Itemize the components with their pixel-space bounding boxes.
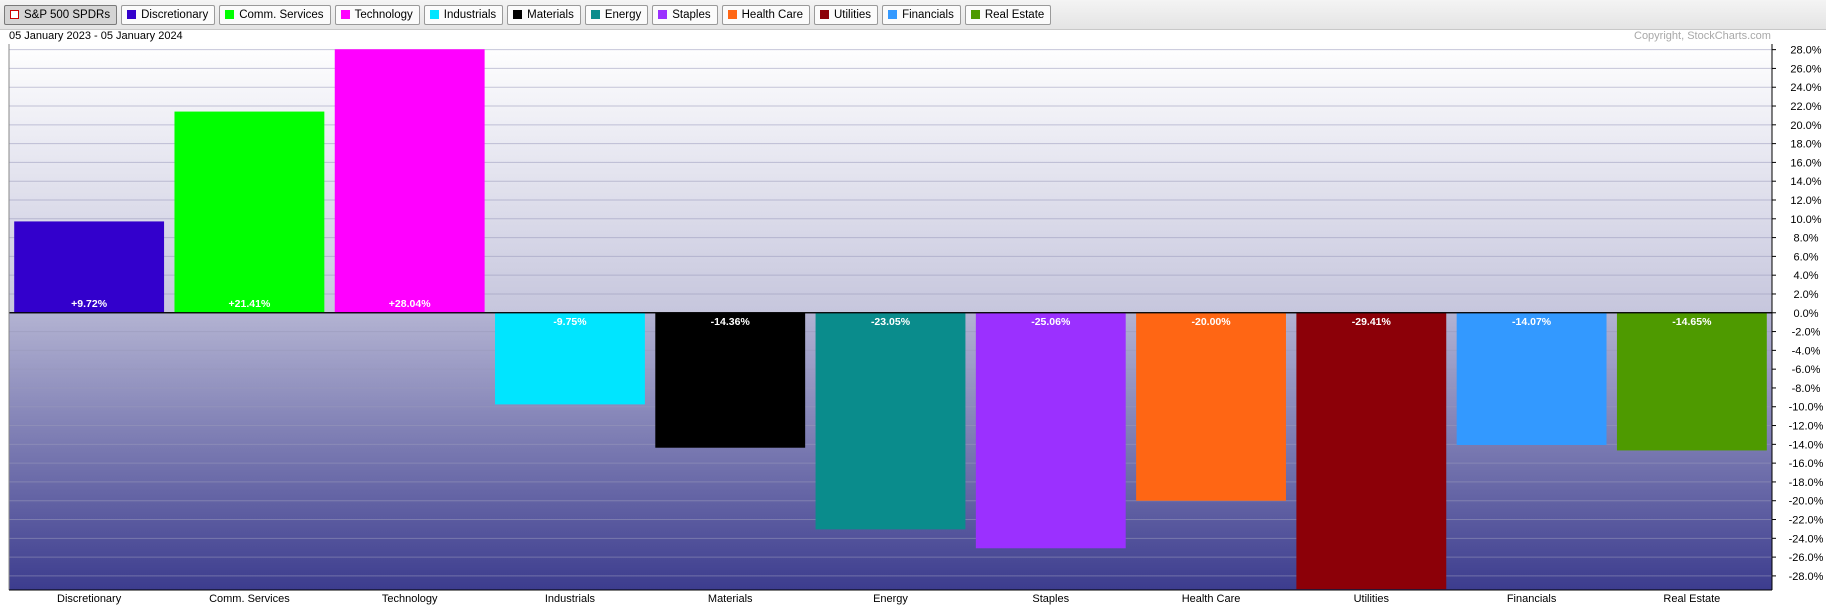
bar-energy <box>815 312 966 530</box>
bar-staples <box>975 312 1126 549</box>
bar-real-estate <box>1616 312 1767 451</box>
data-label: -9.75% <box>553 316 587 328</box>
y-tick-label: 14.0% <box>1790 176 1821 188</box>
x-tick-label: Financials <box>1507 593 1557 605</box>
bar-technology <box>334 49 485 313</box>
y-tick-label: -10.0% <box>1789 402 1824 414</box>
x-axis: Discretionary Comm. Services Technology Ind… <box>57 593 1720 605</box>
y-tick-label: 8.0% <box>1793 233 1818 245</box>
performance-bar-chart: +9.72% +21.41% +28.04% -9.75% -14.36% -23.05%… <box>8 44 1824 605</box>
y-tick-label: -4.0% <box>1792 345 1821 357</box>
data-label: -20.00% <box>1191 316 1231 328</box>
y-tick-label: -2.0% <box>1792 327 1821 339</box>
bar-materials <box>655 312 806 448</box>
data-label: +21.41% <box>229 298 271 310</box>
y-tick-label: 16.0% <box>1790 157 1821 169</box>
data-label: -14.65% <box>1672 316 1712 328</box>
y-tick-label: -12.0% <box>1789 421 1824 433</box>
y-tick-label: 28.0% <box>1790 45 1821 57</box>
data-label: -29.41% <box>1352 316 1392 328</box>
y-tick-label: -18.0% <box>1789 477 1824 489</box>
x-tick-label: Technology <box>382 593 438 605</box>
y-tick-label: 10.0% <box>1790 214 1821 226</box>
y-tick-label: -6.0% <box>1792 364 1821 376</box>
bar-utilities <box>1296 312 1447 590</box>
bar-health-care <box>1136 312 1286 501</box>
x-tick-label: Health Care <box>1182 593 1241 605</box>
y-tick-label: -14.0% <box>1789 439 1824 451</box>
y-tick-label: -20.0% <box>1789 496 1824 508</box>
y-tick-label: 0.0% <box>1793 308 1818 320</box>
data-label: -14.36% <box>711 316 751 328</box>
y-tick-label: 26.0% <box>1790 63 1821 75</box>
data-label: +9.72% <box>71 298 108 310</box>
y-tick-label: -16.0% <box>1789 458 1824 470</box>
y-tick-label: 12.0% <box>1790 195 1821 207</box>
y-tick-label: 4.0% <box>1793 270 1818 282</box>
y-tick-label: -28.0% <box>1789 571 1824 583</box>
y-tick-label: 2.0% <box>1793 289 1818 301</box>
y-tick-label: 6.0% <box>1793 251 1818 263</box>
x-tick-label: Comm. Services <box>209 593 290 605</box>
y-tick-label: -8.0% <box>1792 383 1821 395</box>
bar-comm-services <box>174 111 325 313</box>
x-tick-label: Staples <box>1032 593 1069 605</box>
x-tick-label: Utilities <box>1354 593 1390 605</box>
data-label: -23.05% <box>871 316 911 328</box>
x-tick-label: Discretionary <box>57 593 122 605</box>
y-tick-label: 24.0% <box>1790 82 1821 94</box>
data-label: -25.06% <box>1031 316 1071 328</box>
y-tick-label: 22.0% <box>1790 101 1821 113</box>
y-tick-label: -26.0% <box>1789 552 1824 564</box>
x-tick-label: Industrials <box>545 593 596 605</box>
y-tick-label: -24.0% <box>1789 533 1824 545</box>
x-tick-label: Real Estate <box>1663 593 1720 605</box>
y-tick-label: -22.0% <box>1789 515 1824 527</box>
y-tick-label: 20.0% <box>1790 120 1821 132</box>
y-tick-label: 18.0% <box>1790 139 1821 151</box>
data-label: -14.07% <box>1512 316 1552 328</box>
bar-financials <box>1456 312 1607 445</box>
x-tick-label: Materials <box>708 593 753 605</box>
x-tick-label: Energy <box>873 593 908 605</box>
data-label: +28.04% <box>389 298 431 310</box>
